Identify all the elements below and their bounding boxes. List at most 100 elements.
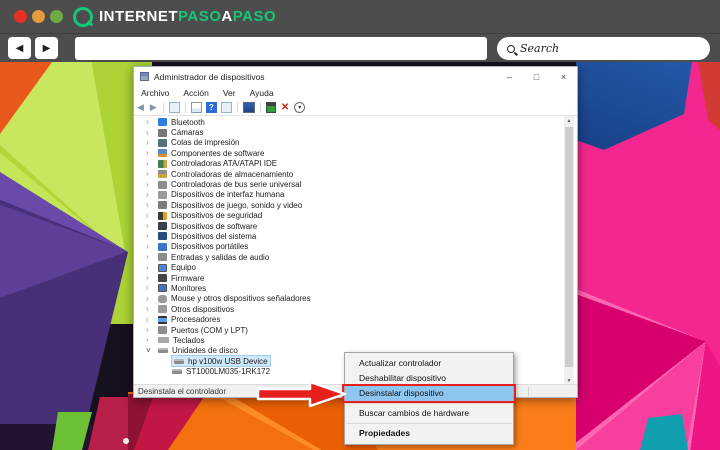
chevron-right-icon[interactable]: › (146, 159, 158, 168)
tree-item-equipo[interactable]: › Equipo (134, 262, 566, 272)
chevron-right-icon[interactable]: › (146, 294, 158, 303)
tree-item-monitores[interactable]: › Monitores (134, 283, 566, 293)
console-window-icon[interactable] (220, 101, 232, 113)
selected-device-highlight[interactable]: hp v100w USB Device (171, 355, 271, 368)
tree-item-otros[interactable]: › Otros dispositivos (134, 304, 566, 314)
maximize-button[interactable]: □ (523, 67, 550, 86)
menu-item-buscar-cambios-hardware[interactable]: Buscar cambios de hardware (345, 406, 513, 421)
search-box[interactable]: Search (497, 37, 710, 60)
tree-item-juego-sonido-video[interactable]: › Dispositivos de juego, sonido y video (134, 200, 566, 210)
chevron-right-icon[interactable]: › (146, 180, 158, 189)
tree-item-sistema[interactable]: › Dispositivos del sistema (134, 231, 566, 241)
toolbar-divider (259, 101, 261, 113)
chevron-right-icon[interactable]: › (146, 326, 158, 334)
tree-item-mouse[interactable]: › Mouse y otros dispositivos señaladores (134, 294, 566, 304)
vertical-scrollbar[interactable]: ▲ ▼ (564, 116, 574, 386)
chevron-right-icon[interactable]: › (146, 274, 158, 282)
scroll-up-icon: ▲ (566, 118, 572, 124)
chevron-right-icon[interactable]: › (146, 284, 158, 292)
tree-item-colas-impresion[interactable]: › Colas de impresión (134, 138, 566, 148)
chevron-down-icon[interactable]: ˅ (146, 346, 158, 355)
chevron-right-icon[interactable]: › (146, 222, 158, 230)
chevron-right-icon[interactable]: › (146, 149, 158, 157)
tree-item-label: ST1000LM035-1RK172 (186, 367, 271, 377)
tree-item-componentes-software[interactable]: › Componentes de software (134, 148, 566, 158)
chevron-right-icon[interactable]: › (146, 170, 158, 178)
tree-item-label: Dispositivos de seguridad (171, 211, 263, 221)
chevron-right-icon[interactable]: › (146, 305, 158, 313)
logo-seg-paso2: PASO (232, 8, 277, 25)
chevron-right-icon[interactable]: › (146, 242, 158, 251)
scrollbar-thumb[interactable] (565, 127, 573, 367)
menu-item-actualizar-controlador[interactable]: Actualizar controlador (345, 356, 513, 371)
chevron-right-icon[interactable]: › (146, 263, 158, 272)
forward-button[interactable]: ▶ (35, 37, 58, 59)
chevron-right-icon[interactable]: › (146, 253, 158, 261)
logo-seg-paso1: PASO (178, 8, 222, 25)
tree-item-procesadores[interactable]: › Procesadores (134, 314, 566, 324)
properties-icon[interactable] (190, 101, 202, 113)
umbrella-tip-dot (123, 438, 129, 444)
portable-device-icon (158, 242, 167, 251)
tree-item-entradas-salidas-audio[interactable]: › Entradas y salidas de audio (134, 252, 566, 262)
close-button[interactable]: × (550, 67, 577, 86)
menu-archivo[interactable]: Archivo (134, 88, 176, 98)
computer-icon (158, 263, 167, 272)
menu-item-propiedades[interactable]: Propiedades (345, 426, 513, 441)
chevron-right-icon[interactable]: › (146, 211, 158, 220)
menu-item-deshabilitar-dispositivo[interactable]: Deshabilitar dispositivo (345, 371, 513, 386)
url-input[interactable] (75, 37, 487, 60)
tree-item-label: Mouse y otros dispositivos señaladores (171, 294, 311, 304)
tree-item-almacenamiento[interactable]: › Controladoras de almacenamiento (134, 169, 566, 179)
firmware-icon (158, 274, 167, 283)
window-title-bar[interactable]: Administrador de dispositivos – □ × (134, 67, 577, 86)
tree-item-camaras[interactable]: › Cámaras (134, 127, 566, 137)
toolbar: ◀ ▶ ? ✕ ▾ (134, 99, 577, 116)
scan-hardware-icon[interactable]: ▾ (294, 101, 306, 113)
page: INTERNETPASOAPASO ◀ ▶ Search Administrad… (0, 0, 720, 450)
tree-item-label: Componentes de software (171, 148, 265, 158)
chevron-right-icon[interactable]: › (146, 232, 158, 240)
nav-back-icon[interactable]: ◀ (137, 102, 144, 113)
help-icon[interactable]: ? (205, 101, 217, 113)
tree-item-bus-serie[interactable]: › Controladoras de bus serie universal (134, 179, 566, 189)
chevron-right-icon[interactable]: › (146, 336, 158, 344)
tree-item-bluetooth[interactable]: › Bluetooth (134, 117, 566, 127)
driver-package-icon[interactable] (265, 101, 276, 113)
processor-icon (158, 315, 167, 324)
traffic-light-dots (9, 10, 63, 23)
chevron-right-icon[interactable]: › (146, 138, 158, 147)
tree-item-portatiles[interactable]: › Dispositivos portátiles (134, 242, 566, 252)
menu-ayuda[interactable]: Ayuda (243, 88, 281, 98)
chevron-right-icon[interactable]: › (146, 315, 158, 324)
chevron-right-icon[interactable]: › (146, 128, 158, 137)
status-bar-divider (528, 387, 529, 396)
nav-forward-icon[interactable]: ▶ (150, 102, 157, 113)
update-driver-icon[interactable] (242, 101, 255, 113)
uninstall-device-icon[interactable]: ✕ (281, 102, 289, 113)
tree-item-interfaz-humana[interactable]: › Dispositivos de interfaz humana (134, 190, 566, 200)
menu-ver[interactable]: Ver (216, 88, 243, 98)
tree-item-puertos[interactable]: › Puertos (COM y LPT) (134, 325, 566, 335)
console-tree-icon[interactable] (168, 101, 180, 113)
back-button[interactable]: ◀ (8, 37, 31, 59)
chevron-right-icon[interactable]: › (146, 201, 158, 209)
tree-item-teclados[interactable]: › Teclados (134, 335, 566, 345)
chevron-right-icon[interactable]: › (146, 190, 158, 199)
green-dot-icon (50, 10, 63, 23)
usb-icon (158, 180, 167, 189)
scroll-up-button[interactable]: ▲ (564, 116, 574, 126)
browser-top-bar: INTERNETPASOAPASO (0, 0, 720, 33)
tree-item-label: Dispositivos de juego, sonido y video (171, 200, 303, 210)
tree-item-label: Dispositivos de interfaz humana (171, 190, 285, 200)
tree-item-dispositivos-software[interactable]: › Dispositivos de software (134, 221, 566, 231)
minimize-button[interactable]: – (496, 67, 523, 86)
tree-item-label: Controladoras ATA/ATAPI IDE (171, 159, 278, 169)
tree-item-seguridad[interactable]: › Dispositivos de seguridad (134, 211, 566, 221)
tree-item-firmware[interactable]: › Firmware (134, 273, 566, 283)
tree-item-ata-atapi[interactable]: › Controladoras ATA/ATAPI IDE (134, 159, 566, 169)
menu-item-desinstalar-dispositivo[interactable]: Desinstalar dispositivo (345, 386, 513, 401)
menu-accion[interactable]: Acción (176, 88, 216, 98)
search-icon (507, 44, 515, 53)
chevron-right-icon[interactable]: › (146, 118, 158, 126)
